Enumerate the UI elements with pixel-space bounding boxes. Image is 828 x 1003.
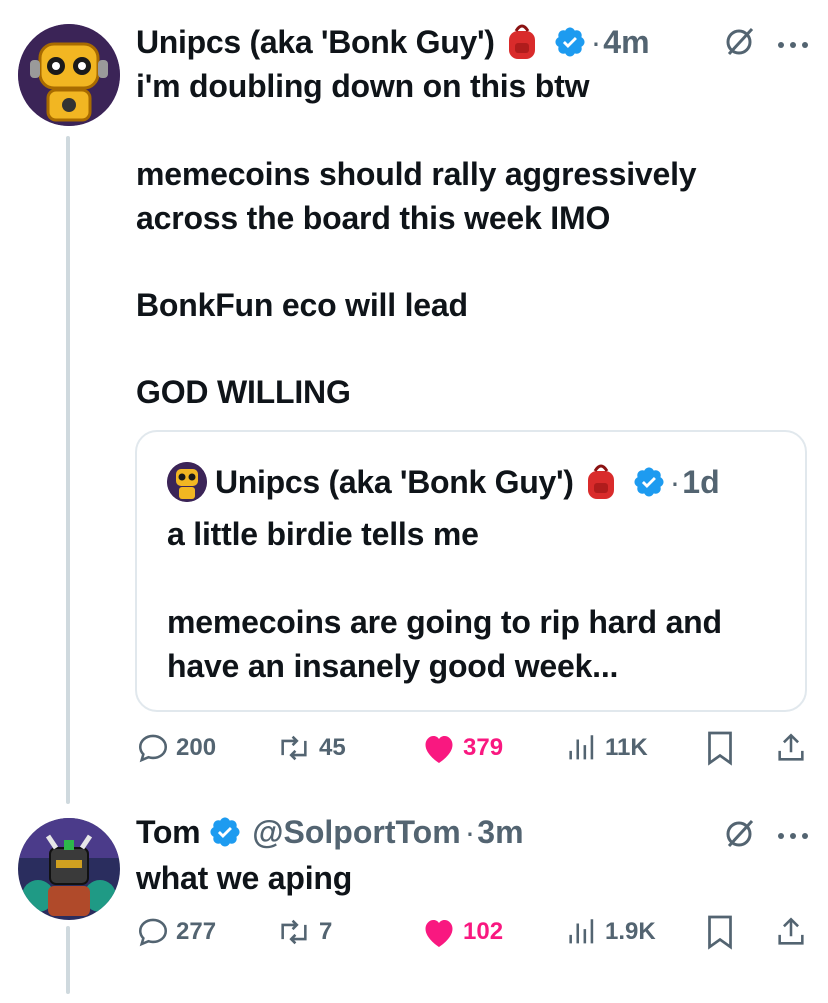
- grok-icon[interactable]: [723, 816, 757, 850]
- avatar-tom[interactable]: [18, 818, 120, 920]
- time-separator: ·: [590, 23, 602, 60]
- quote-author-name: Unipcs (aka 'Bonk Guy'): [215, 463, 574, 500]
- avatar-unipcs[interactable]: [18, 24, 120, 126]
- reply-button[interactable]: 277: [136, 914, 216, 950]
- quote-avatar: [167, 462, 207, 502]
- reply-handle[interactable]: @SolportTom: [252, 814, 460, 851]
- heart-icon: [425, 920, 453, 947]
- backpack-icon: [505, 23, 539, 61]
- tweet-line-5: GOD WILLING: [136, 374, 351, 410]
- share-icon[interactable]: [774, 730, 808, 766]
- views-button[interactable]: 1.9K: [565, 914, 656, 950]
- views-icon: [569, 735, 594, 760]
- thread-connector-bottom: [66, 926, 70, 994]
- tweet-line-1: i'm doubling down on this btw: [136, 68, 590, 104]
- reply-author-name[interactable]: Tom: [136, 814, 201, 851]
- thread-connector-top: [66, 136, 70, 804]
- quoted-tweet[interactable]: Unipcs (aka 'Bonk Guy') · 1d a little bi…: [135, 430, 807, 712]
- author-name[interactable]: Unipcs (aka 'Bonk Guy'): [136, 24, 495, 61]
- backpack-icon: [584, 463, 618, 501]
- bookmark-icon[interactable]: [705, 730, 735, 766]
- tweet-line-2: memecoins should rally aggressively: [136, 156, 697, 192]
- repost-icon: [281, 735, 307, 761]
- repost-count: 45: [319, 734, 346, 761]
- quote-line-1: a little birdie tells me: [167, 516, 479, 552]
- verified-icon: [632, 465, 666, 499]
- repost-count: 7: [319, 918, 333, 945]
- like-count: 102: [463, 918, 504, 945]
- reply-time[interactable]: 3m: [477, 814, 523, 851]
- views-count: 11K: [605, 734, 648, 761]
- quote-line-2: memecoins are going to rip hard and: [167, 604, 722, 640]
- tweet-line-3: across the board this week IMO: [136, 200, 611, 236]
- verified-icon: [553, 25, 587, 59]
- bookmark-icon[interactable]: [705, 914, 735, 950]
- views-count: 1.9K: [605, 918, 656, 945]
- grok-icon[interactable]: [723, 24, 757, 58]
- quote-time: 1d: [682, 463, 720, 500]
- reply-header: Tom @SolportTom · 3m: [136, 810, 524, 854]
- repost-button[interactable]: 7: [275, 914, 332, 950]
- reply-button[interactable]: 200: [136, 730, 216, 766]
- repost-icon: [281, 919, 307, 945]
- verified-icon: [208, 815, 242, 849]
- reply-count: 200: [176, 734, 217, 761]
- reply-icon: [138, 734, 168, 763]
- tweet-time[interactable]: 4m: [603, 24, 649, 61]
- tweet-header: Unipcs (aka 'Bonk Guy') · 4m: [136, 20, 650, 64]
- views-icon: [569, 919, 594, 944]
- more-icon[interactable]: [776, 828, 810, 839]
- like-count: 379: [463, 734, 504, 761]
- quote-header: Unipcs (aka 'Bonk Guy') · 1d: [215, 460, 720, 504]
- quote-line-3: have an insanely good week...: [167, 648, 619, 684]
- share-icon[interactable]: [774, 914, 808, 950]
- tweet-line-4: BonkFun eco will lead: [136, 287, 468, 323]
- reply-text: what we aping: [136, 860, 353, 896]
- time-separator: ·: [464, 813, 476, 850]
- views-button[interactable]: 11K: [565, 730, 648, 766]
- like-button[interactable]: 379: [421, 730, 503, 766]
- repost-button[interactable]: 45: [275, 730, 346, 766]
- heart-icon: [425, 736, 453, 763]
- reply-icon: [138, 918, 168, 947]
- time-separator: ·: [669, 463, 681, 500]
- like-button[interactable]: 102: [421, 914, 503, 950]
- reply-count: 277: [176, 918, 217, 945]
- more-icon[interactable]: [776, 37, 810, 48]
